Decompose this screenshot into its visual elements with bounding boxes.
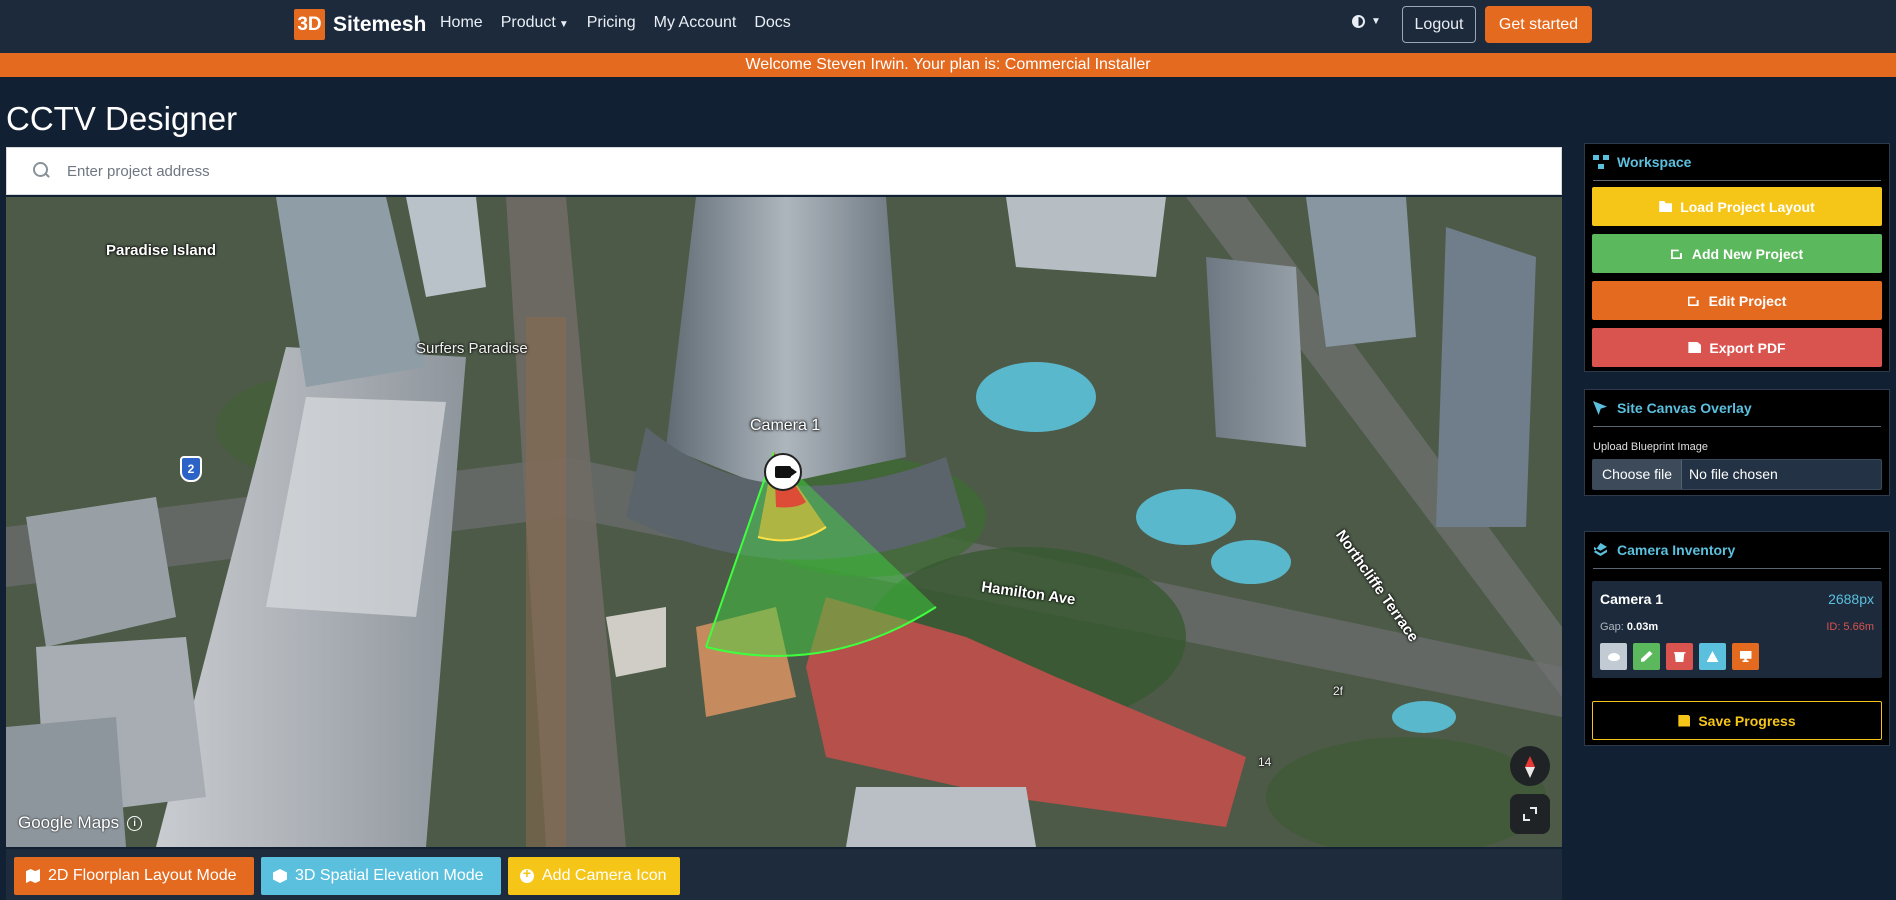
nav-pricing[interactable]: Pricing (587, 14, 636, 32)
fullscreen-icon (1523, 807, 1537, 821)
logout-button[interactable]: Logout (1402, 6, 1476, 43)
save-progress-button[interactable]: Save Progress (1592, 701, 1882, 740)
add-new-project-button[interactable]: Add New Project (1592, 234, 1882, 273)
contrast-icon (1352, 15, 1365, 28)
load-project-label: Load Project Layout (1680, 198, 1815, 215)
edit-project-label: Edit Project (1708, 292, 1787, 309)
google-maps-attribution: Google Maps i (18, 813, 143, 833)
welcome-banner: Welcome Steven Irwin. Your plan is: Comm… (0, 53, 1896, 77)
map-label-number-14: 14 (1258, 755, 1272, 769)
get-started-button[interactable]: Get started (1485, 6, 1592, 43)
map-label-number-2f: 2f (1333, 684, 1344, 698)
video-camera-icon (775, 466, 797, 478)
delete-camera-button[interactable] (1666, 643, 1693, 670)
nav-docs[interactable]: Docs (754, 14, 790, 32)
file-name-status: No file chosen (1689, 466, 1778, 482)
camera-1-map-label: Camera 1 (750, 417, 821, 434)
brand-name: Sitemesh (333, 12, 427, 36)
save-icon (1678, 714, 1691, 727)
address-search (6, 147, 1562, 195)
edit-project-button[interactable]: Edit Project (1592, 281, 1882, 320)
edit-icon (1687, 296, 1699, 306)
export-pdf-label: Export PDF (1709, 339, 1786, 356)
map-icon (26, 869, 40, 883)
address-search-input[interactable] (67, 162, 1467, 180)
nav-my-account[interactable]: My Account (654, 14, 737, 32)
map-label-surfers-paradise: Surfers Paradise (416, 340, 528, 357)
search-icon (33, 162, 51, 180)
pencil-icon (1640, 651, 1653, 662)
blueprint-file-input[interactable]: Choose file No file chosen (1592, 459, 1882, 490)
folder-open-icon (1659, 201, 1673, 212)
brand[interactable]: 3D Sitemesh (294, 9, 426, 40)
camera-gap: Gap: 0.03m (1600, 621, 1658, 633)
preview-camera-button[interactable] (1732, 643, 1759, 670)
nav-product-label: Product (500, 14, 556, 31)
nav-links: Home Product ▼ Pricing My Account Docs (440, 14, 809, 32)
info-icon[interactable]: i (127, 815, 143, 831)
elevation-mode-label: 3D Spatial Elevation Mode (295, 867, 484, 884)
camera-actions (1600, 643, 1759, 670)
theme-toggle[interactable]: ▼ (1352, 15, 1381, 28)
gap-label: Gap: (1600, 621, 1624, 633)
upload-blueprint-label: Upload Blueprint Image (1593, 441, 1708, 453)
plus-circle-icon (520, 865, 534, 883)
overlay-title: Site Canvas Overlay (1617, 400, 1752, 416)
map-label-paradise-island: Paradise Island (106, 242, 217, 259)
camera-name: Camera 1 (1600, 591, 1664, 607)
mountain-icon (1706, 651, 1719, 662)
elevation-mode-button[interactable]: 3D Spatial Elevation Mode (261, 857, 501, 895)
sitemap-icon (1593, 155, 1609, 169)
monitor-icon (1739, 651, 1752, 662)
caret-down-icon: ▼ (1371, 16, 1381, 27)
compass-icon (1525, 755, 1535, 778)
workspace-title: Workspace (1617, 154, 1692, 170)
cursor-icon (1593, 401, 1609, 415)
floorplan-mode-label: 2D Floorplan Layout Mode (48, 867, 237, 884)
site-canvas-overlay-panel: Site Canvas Overlay Upload Blueprint Ima… (1584, 389, 1890, 496)
workspace-header: Workspace (1593, 144, 1881, 181)
gap-value: 0.03m (1626, 621, 1659, 633)
page-title: CCTV Designer (6, 100, 238, 137)
camera-card[interactable]: Camera 1 2688px Gap: 0.03m ID: 5.66m (1592, 581, 1882, 678)
camera-inventory-panel: Camera Inventory Camera 1 2688px Gap: 0.… (1584, 531, 1890, 746)
export-pdf-button[interactable]: Export PDF (1592, 328, 1882, 367)
satellite-imagery (6, 197, 1562, 847)
overlay-header: Site Canvas Overlay (1593, 390, 1881, 427)
save-progress-label: Save Progress (1698, 712, 1796, 729)
trash-icon (1673, 652, 1686, 662)
caret-down-icon: ▼ (558, 19, 569, 30)
view-camera-button[interactable] (1600, 643, 1627, 670)
mode-toolbar: 2D Floorplan Layout Mode 3D Spatial Elev… (6, 849, 1562, 900)
add-camera-button[interactable]: Add Camera Icon (508, 857, 680, 895)
file-pdf-icon (1688, 342, 1702, 353)
nav-home[interactable]: Home (440, 14, 483, 32)
cube-icon (273, 869, 287, 883)
route-shield-icon: 2 (180, 456, 202, 482)
edit-camera-button[interactable] (1633, 643, 1660, 670)
fullscreen-button[interactable] (1510, 794, 1550, 834)
floorplan-mode-button[interactable]: 2D Floorplan Layout Mode (14, 857, 254, 895)
camera-marker[interactable] (764, 453, 802, 491)
choose-file-button[interactable]: Choose file (1593, 460, 1683, 489)
eye-icon (1607, 652, 1620, 661)
map-viewport[interactable]: Paradise Island Surfers Paradise Hamilto… (6, 197, 1562, 847)
top-navbar: 3D Sitemesh Home Product ▼ Pricing My Acc… (0, 0, 1896, 53)
inventory-title: Camera Inventory (1617, 542, 1736, 558)
nav-product[interactable]: Product ▼ (501, 14, 569, 32)
elevation-camera-button[interactable] (1699, 643, 1726, 670)
load-project-button[interactable]: Load Project Layout (1592, 187, 1882, 226)
compass-button[interactable] (1510, 746, 1550, 786)
brand-logo: 3D (294, 9, 325, 40)
google-maps-logo: Google Maps (18, 813, 120, 832)
inventory-header: Camera Inventory (1593, 532, 1881, 569)
edit-icon (1670, 249, 1682, 259)
add-camera-label: Add Camera Icon (542, 867, 667, 884)
add-new-project-label: Add New Project (1691, 245, 1804, 262)
camera-resolution: 2688px (1828, 591, 1874, 607)
workspace-panel: Workspace Load Project Layout Add New Pr… (1584, 143, 1890, 372)
layers-icon (1593, 543, 1609, 557)
camera-id-distance: ID: 5.66m (1826, 621, 1874, 633)
